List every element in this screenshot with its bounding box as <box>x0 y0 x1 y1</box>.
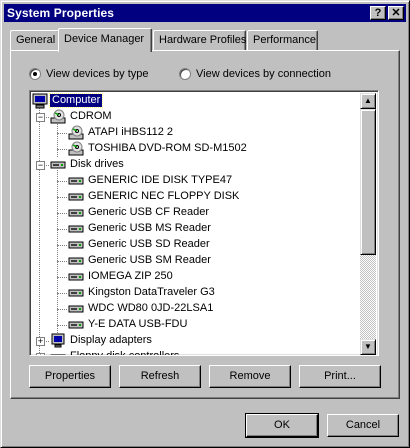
tab-performance-label: Performance <box>253 34 316 46</box>
tree-row[interactable]: Generic USB SD Reader <box>32 237 362 253</box>
tree-line <box>57 197 67 198</box>
tree-row[interactable]: GENERIC NEC FLOPPY DISK <box>32 189 362 205</box>
tree-row[interactable]: WDC WD80 0JD-22LSA1 <box>32 301 362 317</box>
print-button[interactable]: Print... <box>299 365 381 388</box>
tree-row-label: Generic USB SD Reader <box>88 238 210 250</box>
remove-button-label: Remove <box>229 370 271 382</box>
tree-row[interactable]: Generic USB SM Reader <box>32 253 362 269</box>
tree-row-label: ATAPI iHBS112 2 <box>88 126 173 138</box>
tab-device-manager-label: Device Manager <box>64 33 145 45</box>
title-bar[interactable]: System Properties ? ✕ <box>4 4 406 22</box>
ok-button-label: OK <box>274 419 290 431</box>
properties-button-label: Properties <box>44 370 96 382</box>
remove-button[interactable]: Remove <box>209 365 291 388</box>
window-title: System Properties <box>7 6 115 20</box>
controller-icon <box>50 349 66 355</box>
tree-row-label: TOSHIBA DVD-ROM SD-M1502 <box>88 142 247 154</box>
cancel-button[interactable]: Cancel <box>327 414 399 437</box>
tab-device-manager[interactable]: Device Manager <box>58 28 152 52</box>
collapse-icon[interactable]: − <box>36 161 45 170</box>
help-button[interactable]: ? <box>370 6 386 20</box>
view-by-connection-option[interactable]: View devices by connection <box>179 67 331 81</box>
tree-row[interactable]: Y-E DATA USB-FDU <box>32 317 362 333</box>
device-tree-content: −Computer−CDROMATAPI iHBS112 2TOSHIBA DV… <box>32 93 362 355</box>
tab-hardware-profiles-label: Hardware Profiles <box>159 34 247 46</box>
tree-row-label: GENERIC NEC FLOPPY DISK <box>88 190 240 202</box>
tree-line <box>57 229 67 230</box>
tree-row[interactable]: −Computer <box>32 93 362 109</box>
tree-line <box>57 261 67 262</box>
tree-row-label: WDC WD80 0JD-22LSA1 <box>88 302 214 314</box>
tree-line <box>57 149 67 150</box>
collapse-icon[interactable]: − <box>36 113 45 122</box>
tree-line <box>57 277 67 278</box>
help-icon: ? <box>374 7 382 19</box>
tree-line <box>57 181 67 182</box>
tree-line <box>57 309 67 310</box>
tree-scrollbar[interactable]: ▲ ▼ <box>360 93 376 355</box>
tree-row-label: Generic USB SM Reader <box>88 254 211 266</box>
expand-icon[interactable]: + <box>36 337 45 346</box>
scroll-down-icon: ▼ <box>364 342 372 351</box>
tree-line <box>57 245 67 246</box>
tree-line <box>57 133 67 134</box>
scroll-up-button[interactable]: ▲ <box>360 93 376 109</box>
tree-row[interactable]: GENERIC IDE DISK TYPE47 <box>32 173 362 189</box>
tree-row[interactable]: ATAPI iHBS112 2 <box>32 125 362 141</box>
tree-row-label: Generic USB CF Reader <box>88 206 210 218</box>
tree-row-label: Y-E DATA USB-FDU <box>88 318 188 330</box>
tree-row[interactable]: + Display adapters <box>32 333 362 349</box>
tree-line <box>57 293 67 294</box>
tree-row-label: Disk drives <box>70 158 124 170</box>
tree-row-label: IOMEGA ZIP 250 <box>88 270 173 282</box>
view-by-type-label: View devices by type <box>46 68 149 80</box>
view-by-connection-radio[interactable] <box>179 68 191 80</box>
tree-row[interactable]: Generic USB MS Reader <box>32 221 362 237</box>
tree-row[interactable]: − CDROM <box>32 109 362 125</box>
tree-row[interactable]: + Floppy disk controllers <box>32 349 362 355</box>
tree-row[interactable]: − Disk drives <box>32 157 362 173</box>
print-button-label: Print... <box>324 370 356 382</box>
device-tree[interactable]: −Computer−CDROMATAPI iHBS112 2TOSHIBA DV… <box>29 90 379 356</box>
tab-general[interactable]: General <box>10 30 60 50</box>
tree-row-label: Computer <box>48 93 104 108</box>
tree-row-label: Floppy disk controllers <box>68 350 181 355</box>
tab-performance[interactable]: Performance <box>247 30 318 50</box>
tab-general-label: General <box>16 34 56 46</box>
refresh-button[interactable]: Refresh <box>119 365 201 388</box>
tree-row-label: Generic USB MS Reader <box>88 222 211 234</box>
tree-row[interactable]: IOMEGA ZIP 250 <box>32 269 362 285</box>
tree-row[interactable]: Generic USB CF Reader <box>32 205 362 221</box>
close-button[interactable]: ✕ <box>388 6 404 20</box>
close-icon: ✕ <box>391 7 401 19</box>
tree-line <box>57 213 67 214</box>
tree-row-label: CDROM <box>70 110 112 122</box>
scroll-down-button[interactable]: ▼ <box>360 339 376 355</box>
tree-row[interactable]: TOSHIBA DVD-ROM SD-M1502 <box>32 141 362 157</box>
view-by-type-option[interactable]: View devices by type <box>29 67 149 81</box>
scroll-up-icon: ▲ <box>364 96 372 105</box>
tree-row-label: Display adapters <box>70 334 152 346</box>
view-by-type-radio[interactable] <box>29 68 41 80</box>
scroll-thumb[interactable] <box>360 109 376 255</box>
ok-button[interactable]: OK <box>245 413 319 438</box>
tree-row-label: Kingston DataTraveler G3 <box>88 286 215 298</box>
properties-button[interactable]: Properties <box>29 365 111 388</box>
cancel-button-label: Cancel <box>345 419 381 431</box>
tree-row-label: GENERIC IDE DISK TYPE47 <box>88 174 233 186</box>
tab-hardware-profiles[interactable]: Hardware Profiles <box>153 30 246 50</box>
tree-line <box>57 325 67 326</box>
expand-icon[interactable]: + <box>36 353 45 355</box>
tree-row[interactable]: Kingston DataTraveler G3 <box>32 285 362 301</box>
refresh-button-label: Refresh <box>140 370 180 382</box>
view-by-connection-label: View devices by connection <box>196 68 331 80</box>
